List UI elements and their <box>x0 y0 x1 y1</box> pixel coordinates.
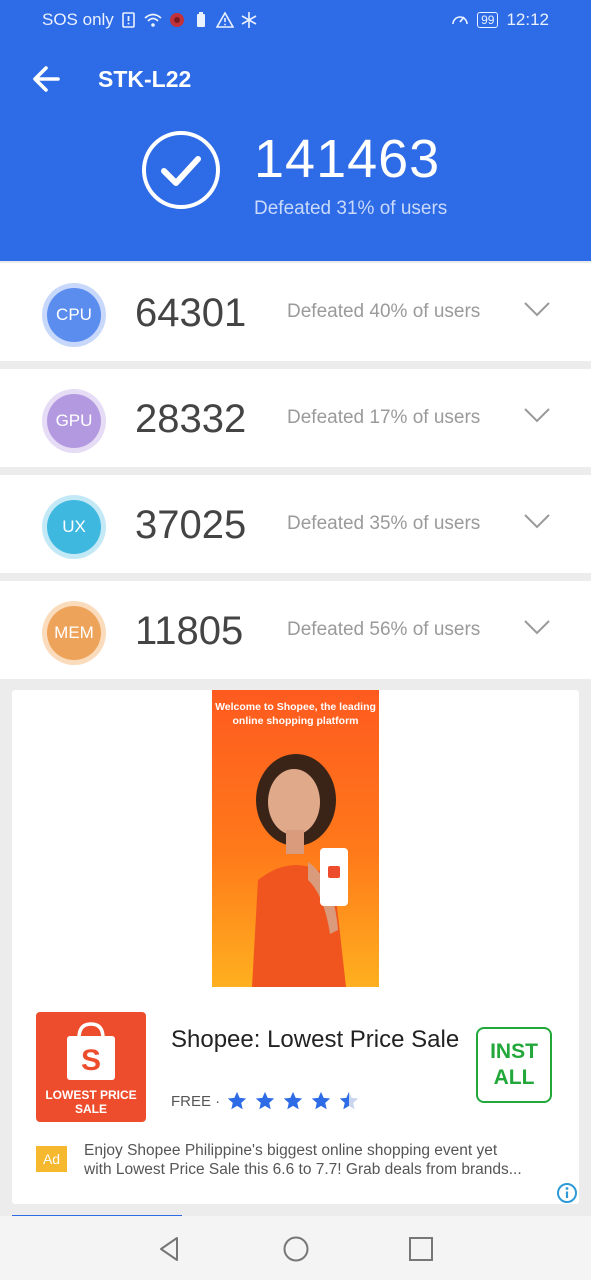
app-notification-icon <box>169 13 184 27</box>
install-button[interactable]: INST ALL <box>476 1027 552 1103</box>
svg-text:S: S <box>81 1044 101 1077</box>
app-meta: FREE · <box>171 1090 360 1112</box>
chevron-down-icon[interactable] <box>522 511 552 531</box>
score-row-cpu[interactable]: CPU 64301 Defeated 40% of users <box>0 263 591 361</box>
ux-score: 37025 <box>135 503 247 547</box>
ad-card[interactable]: Welcome to Shopee, the leading online sh… <box>12 690 579 1204</box>
app-name[interactable]: Shopee: Lowest Price Sale <box>171 1024 461 1055</box>
install-label-line1: INST <box>490 1040 538 1063</box>
battery-saver-icon <box>196 12 205 27</box>
navigation-bar <box>0 1216 591 1280</box>
check-circle-icon <box>142 131 220 209</box>
gpu-score: 28332 <box>135 397 247 441</box>
battery-indicator: 99 <box>477 12 499 28</box>
ad-badge: Ad <box>36 1146 67 1172</box>
snowflake-icon <box>241 12 257 28</box>
battery-level: 99 <box>481 13 495 27</box>
device-title: STK-L22 <box>98 66 192 92</box>
ad-description-line1: Enjoy Shopee Philippine's biggest online… <box>84 1142 498 1159</box>
ux-label: UX <box>62 517 86 536</box>
cpu-defeated-text: Defeated 40% of users <box>287 301 481 322</box>
cpu-label: CPU <box>56 305 92 324</box>
chevron-down-icon[interactable] <box>522 299 552 319</box>
install-label-line2: ALL <box>493 1066 535 1089</box>
star-full-icon <box>228 1091 247 1110</box>
chevron-down-icon[interactable] <box>522 405 552 425</box>
total-score: 141463 <box>254 129 441 189</box>
info-icon[interactable] <box>556 1182 578 1204</box>
nav-home-icon[interactable] <box>281 1234 311 1264</box>
model-photo-image <box>252 754 348 987</box>
star-half-icon <box>340 1091 359 1110</box>
total-defeated-text: Defeated 31% of users <box>254 198 448 219</box>
score-row-ux[interactable]: UX 37025 Defeated 35% of users <box>0 475 591 573</box>
cpu-score: 64301 <box>135 291 247 335</box>
score-row-gpu[interactable]: GPU 28332 Defeated 17% of users <box>0 369 591 467</box>
ad-banner-image[interactable]: Welcome to Shopee, the leading online sh… <box>212 690 379 987</box>
install-label: INST ALL <box>490 1039 538 1091</box>
mem-label: MEM <box>54 623 94 642</box>
ux-badge: UX <box>42 495 106 559</box>
sim-alert-icon <box>122 12 135 28</box>
gpu-defeated-text: Defeated 17% of users <box>287 407 481 428</box>
gpu-badge-inner: GPU <box>47 394 101 448</box>
status-bar: SOS only 99 12:12 <box>0 0 591 40</box>
carrier-text: SOS only <box>42 10 114 29</box>
score-row-mem[interactable]: MEM 11805 Defeated 56% of users <box>0 581 591 679</box>
gpu-label: GPU <box>55 411 93 430</box>
star-full-icon <box>312 1091 331 1110</box>
status-right: 99 12:12 <box>451 10 549 30</box>
speed-gauge-icon <box>452 16 468 25</box>
star-full-icon <box>256 1091 275 1110</box>
chevron-down-icon[interactable] <box>522 617 552 637</box>
cpu-badge-inner: CPU <box>47 288 101 342</box>
nav-back-icon[interactable] <box>155 1234 185 1264</box>
mem-badge: MEM <box>42 601 106 665</box>
app-icon-text: LOWEST PRICE SALE <box>45 1088 137 1116</box>
mem-defeated-text: Defeated 56% of users <box>287 619 481 640</box>
status-left: SOS only <box>42 10 258 30</box>
cpu-badge: CPU <box>42 283 106 347</box>
mem-score: 11805 <box>135 609 244 653</box>
app-icon[interactable]: S LOWEST PRICE SALE <box>36 1012 146 1122</box>
header: SOS only 99 12:12 STK-L22 141463 Defeate… <box>0 0 591 261</box>
back-arrow-icon[interactable] <box>28 60 68 100</box>
clock: 12:12 <box>506 10 549 29</box>
ux-badge-inner: UX <box>47 500 101 554</box>
ad-description-line2: with Lowest Price Sale this 6.6 to 7.7! … <box>84 1161 522 1178</box>
gpu-badge: GPU <box>42 389 106 453</box>
ad-description[interactable]: Enjoy Shopee Philippine's biggest online… <box>84 1141 554 1179</box>
star-full-icon <box>284 1091 303 1110</box>
mem-badge-inner: MEM <box>47 606 101 660</box>
app-price: FREE · <box>171 1092 221 1110</box>
wifi-icon <box>144 13 162 27</box>
warning-icon <box>215 11 234 28</box>
nav-recents-icon[interactable] <box>406 1234 436 1264</box>
ux-defeated-text: Defeated 35% of users <box>287 513 481 534</box>
